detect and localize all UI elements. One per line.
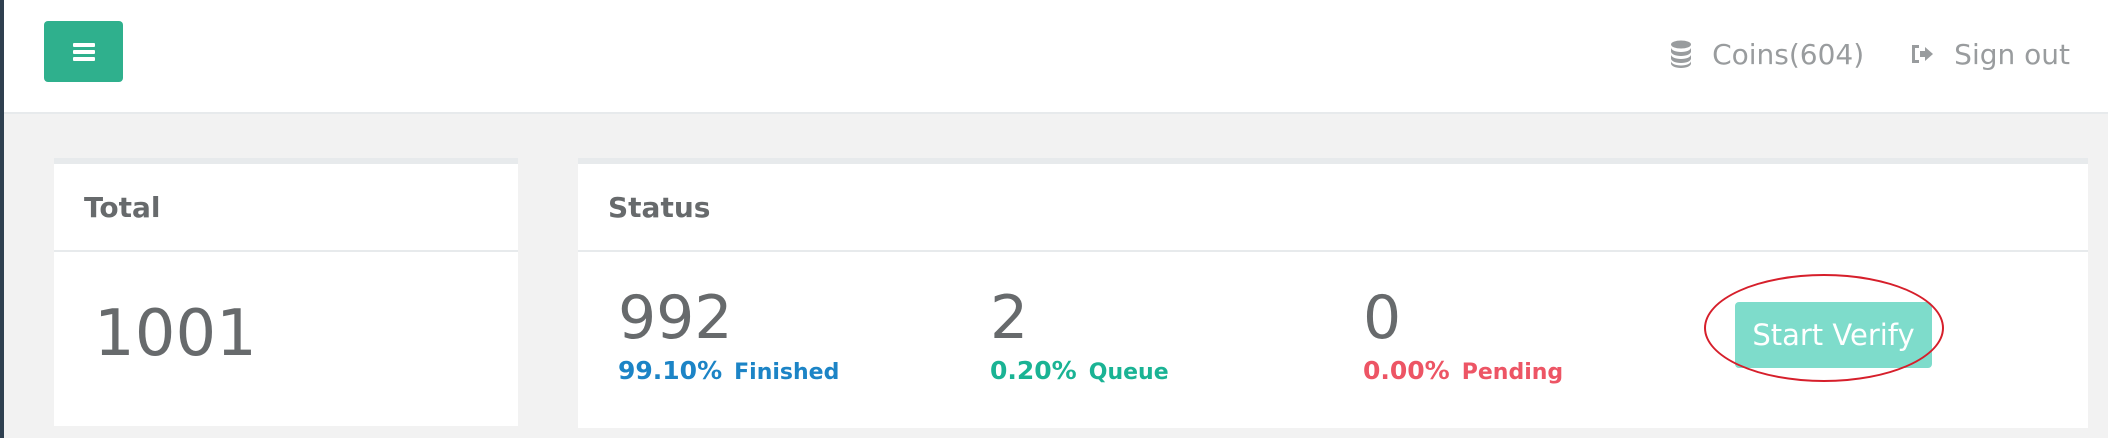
stat-finished: 992 99.10% Finished	[618, 288, 839, 385]
stat-finished-percent: 99.10%	[618, 356, 723, 385]
status-panel-title: Status	[578, 164, 2088, 252]
stat-finished-value: 992	[618, 283, 733, 353]
sign-out-icon	[1912, 45, 1934, 63]
stat-queue-value: 2	[990, 283, 1029, 353]
stat-queue-label: Queue	[1088, 360, 1169, 385]
stat-finished-label: Finished	[734, 360, 840, 385]
database-stack-icon	[1671, 40, 1692, 68]
stat-finished-sub: 99.10% Finished	[618, 356, 839, 385]
navbar-right: Coins(604) Sign out	[1670, 0, 2070, 108]
total-value: 1001	[94, 297, 257, 371]
coins-link[interactable]: Coins(604)	[1670, 38, 1864, 71]
sign-out-link[interactable]: Sign out	[1910, 38, 2070, 71]
stat-pending-percent: 0.00%	[1363, 356, 1450, 385]
start-verify-button[interactable]: Start Verify	[1735, 302, 1932, 368]
stat-pending-label: Pending	[1461, 360, 1564, 385]
stat-queue-percent: 0.20%	[990, 356, 1077, 385]
total-panel: Total 1001	[54, 158, 518, 426]
stat-queue: 2 0.20% Queue	[990, 288, 1169, 385]
sign-out-label: Sign out	[1954, 37, 2070, 71]
stat-pending-sub: 0.00% Pending	[1363, 356, 1563, 385]
stat-queue-sub: 0.20% Queue	[990, 356, 1169, 385]
total-panel-title: Total	[54, 164, 518, 252]
hamburger-icon	[72, 42, 95, 61]
menu-toggle-button[interactable]	[44, 21, 123, 82]
top-navbar: Coins(604) Sign out	[4, 0, 2108, 114]
stat-pending-value: 0	[1363, 283, 1402, 353]
stat-pending: 0 0.00% Pending	[1363, 288, 1563, 385]
status-panel: Status 992 99.10% Finished 2 0.20% Queue…	[578, 158, 2088, 428]
coins-label: Coins(604)	[1712, 37, 1865, 71]
